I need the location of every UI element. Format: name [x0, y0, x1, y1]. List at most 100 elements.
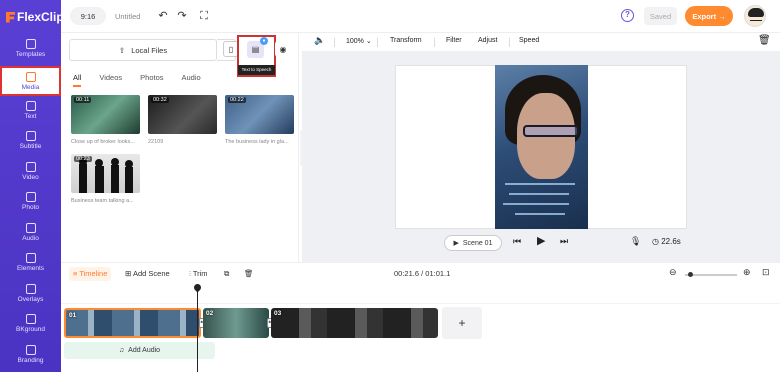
zoom-out-icon[interactable]: ⊖: [669, 267, 677, 278]
text-icon: [25, 100, 36, 111]
adjust-button[interactable]: Adjust: [478, 37, 497, 44]
video-icon: [25, 161, 36, 172]
media-thumbnail[interactable]: 00:11: [71, 95, 140, 134]
scene-button[interactable]: ▶ Scene 01: [444, 235, 502, 251]
add-clip-button[interactable]: +: [442, 307, 482, 339]
media-icon: [25, 71, 36, 82]
play-icon[interactable]: ▶: [537, 234, 545, 247]
top-bar: 9:16 Untitled ↶ ↷ ⛶ ? Saved Export →: [61, 0, 780, 33]
zoom-slider-handle[interactable]: [688, 272, 693, 277]
photo-icon: [25, 191, 36, 202]
tab-videos[interactable]: Videos: [99, 73, 122, 87]
background-icon: [25, 313, 36, 324]
sidebar-item-branding[interactable]: Branding: [0, 339, 61, 369]
phone-icon: ▯: [228, 44, 234, 54]
flexclip-logo[interactable]: FlexClip: [6, 10, 64, 24]
tooltip: Text to Speech: [238, 65, 275, 75]
saved-button[interactable]: Saved: [644, 7, 677, 25]
sidebar-item-overlays[interactable]: Overlays: [0, 278, 61, 308]
play-small-icon: ▶: [453, 240, 459, 247]
preview-toolbar: 🔈 100% ⌄ Transform Filter Adjust Speed 🗑: [302, 33, 780, 51]
timeline-ruler[interactable]: [61, 284, 780, 304]
record-icon: ◉: [279, 44, 287, 54]
record-screen-button[interactable]: ◉: [275, 41, 291, 57]
media-thumbnail[interactable]: 00:32: [148, 95, 217, 134]
sidebar-item-video[interactable]: Video: [0, 156, 61, 186]
sidebar-item-audio[interactable]: Audio: [0, 217, 61, 247]
clock-icon: ◷: [652, 237, 659, 246]
sidebar-item-bkground[interactable]: BKground: [0, 308, 61, 338]
music-note-icon: ♫: [118, 347, 125, 354]
aspect-ratio-button[interactable]: 9:16: [70, 7, 106, 25]
sidebar-item-text[interactable]: Text: [0, 95, 61, 125]
data-line: [505, 183, 575, 185]
branding-icon: [25, 344, 36, 355]
zoom-in-icon[interactable]: ⊕: [743, 267, 751, 278]
media-thumbnail[interactable]: 00:22: [225, 95, 294, 134]
microphone-icon[interactable]: 🎙: [630, 236, 641, 247]
sidebar: FlexClip Templates Media Text Subtitle V…: [0, 0, 64, 372]
tab-audio[interactable]: Audio: [182, 73, 201, 87]
help-icon[interactable]: ?: [621, 9, 634, 22]
timeline-toggle[interactable]: ≡ Timeline: [69, 267, 112, 281]
player-controls: ▶ Scene 01 ⏮ ▶ ⏭ 🎙 ◷ 22.6s: [302, 232, 780, 254]
zoom-select[interactable]: 100% ⌄: [346, 37, 372, 45]
media-caption: The business lady in gla...: [225, 139, 289, 145]
volume-icon[interactable]: 🔈: [314, 35, 325, 46]
undo-icon[interactable]: ↶: [157, 10, 169, 22]
trim-button[interactable]: ⫶ Trim: [189, 269, 208, 279]
speech-bubble-icon: ▤: [251, 45, 260, 54]
media-tabs: All Videos Photos Audio: [73, 73, 219, 87]
preview-video-frame[interactable]: [495, 65, 588, 229]
add-scene-icon: ⊞: [125, 269, 132, 278]
ai-badge-icon: ●: [260, 37, 268, 45]
speed-button[interactable]: Speed: [519, 37, 539, 44]
fullscreen-icon[interactable]: ⛶: [198, 10, 210, 22]
timeline-clip-02[interactable]: 02: [203, 308, 269, 338]
sidebar-item-photo[interactable]: Photo: [0, 186, 61, 216]
sidebar-item-templates[interactable]: Templates: [0, 33, 61, 63]
data-line: [515, 213, 565, 215]
timeline-clip-03[interactable]: 03: [271, 308, 438, 338]
local-files-button[interactable]: ⇧ Local Files: [69, 39, 217, 61]
sidebar-item-subtitle[interactable]: Subtitle: [0, 125, 61, 155]
templates-icon: [25, 38, 36, 49]
duplicate-icon[interactable]: ⧉: [224, 269, 229, 279]
add-audio-button[interactable]: ♫ Add Audio: [64, 342, 215, 359]
divider: [377, 38, 378, 47]
transform-button[interactable]: Transform: [390, 37, 422, 44]
trash-icon[interactable]: 🗑: [758, 35, 771, 46]
export-button[interactable]: Export →: [685, 6, 733, 26]
plus-icon: +: [458, 316, 466, 330]
timeline-time: 00:21.6 / 01:01.1: [394, 269, 451, 278]
playhead[interactable]: [197, 284, 198, 372]
elements-icon: [25, 252, 36, 263]
media-panel: ⇧ Local Files ⌄ ▯ ▤ ● Text to Speech ◉ A…: [61, 33, 299, 262]
divider: [434, 38, 435, 47]
data-line: [503, 203, 569, 205]
divider: [334, 38, 335, 47]
divider: [509, 38, 510, 47]
filter-button[interactable]: Filter: [446, 37, 462, 44]
logo-icon: [6, 11, 15, 23]
timeline-clip-01[interactable]: 01: [64, 308, 201, 338]
fit-timeline-icon[interactable]: ⊡: [762, 267, 770, 278]
timeline-toolbar: ≡ Timeline ⊞ Add Scene ⫶ Trim ⧉ 🗑 00:21.…: [61, 262, 780, 284]
media-thumbnail[interactable]: 00:23: [71, 154, 140, 193]
duration-label: ◷ 22.6s: [652, 237, 681, 246]
skip-forward-icon[interactable]: ⏭: [560, 236, 568, 247]
tab-photos[interactable]: Photos: [140, 73, 163, 87]
tab-all[interactable]: All: [73, 73, 82, 87]
sidebar-item-elements[interactable]: Elements: [0, 247, 61, 277]
skip-back-icon[interactable]: ⏮: [513, 236, 521, 247]
overlays-icon: [25, 283, 36, 294]
sidebar-item-media[interactable]: Media: [0, 66, 61, 96]
split-icon: ⫶: [189, 269, 191, 278]
redo-icon[interactable]: ↷: [176, 10, 188, 22]
add-scene-button[interactable]: ⊞ Add Scene: [125, 269, 170, 278]
project-title[interactable]: Untitled: [115, 12, 140, 21]
upload-icon: ⇧: [118, 45, 126, 55]
avatar[interactable]: [744, 5, 766, 27]
delete-icon[interactable]: 🗑: [244, 269, 254, 278]
glasses-shape: [523, 125, 579, 137]
